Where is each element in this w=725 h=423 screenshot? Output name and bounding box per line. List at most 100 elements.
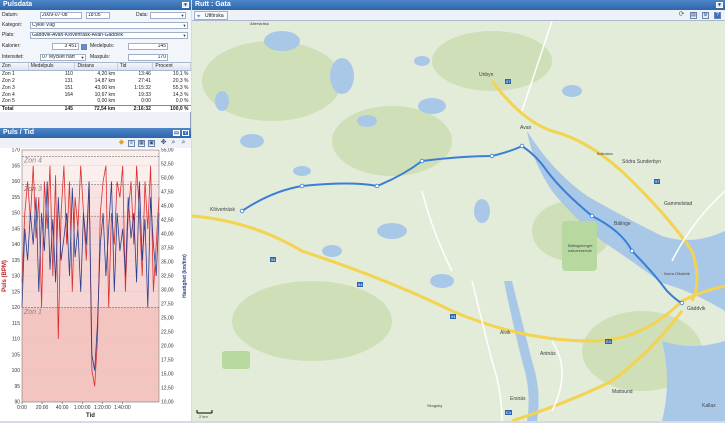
y-tick-label: 115 [12, 321, 20, 327]
place-label: Klöverträsk [210, 207, 236, 213]
road-number: E4 [605, 339, 612, 344]
x-tick-label: 1:00:00 [74, 405, 91, 411]
cell: 43,00 km [94, 84, 116, 91]
y-tick-label: 140 [12, 242, 21, 248]
kalorier-field[interactable]: 3 451 [52, 43, 79, 50]
chart-toolbar: ◆ ≡ ▦ ▣ ✥ ⌕ ⌕ [0, 138, 191, 148]
cell: 19:33 [138, 91, 151, 98]
x-tick-label: 1:40:00 [114, 405, 131, 411]
x-tick-label: 20:00 [36, 405, 49, 411]
zone-label: Zon 4 [23, 158, 42, 165]
col-distans[interactable]: Distans [74, 63, 118, 71]
maxpuls-label: Maxpuls: [90, 54, 111, 60]
table-row[interactable]: Zon 5 0,00 km 0:00 0,0 % [0, 98, 191, 105]
place-label: Norra Gäddvik [664, 271, 690, 276]
route-titlebar: Rutt : Gata ▾ [192, 0, 725, 10]
cell: 151 [64, 84, 73, 91]
place-label: Bälinge [614, 221, 631, 227]
data-select[interactable]: ▼ [150, 12, 186, 19]
cell: Total [0, 104, 29, 112]
road-number: 97 [505, 79, 512, 84]
left-panel: Pulsdata ▾ Datum: 2009-07-08 18:05 Data:… [0, 0, 191, 421]
y-tick-label: 130 [12, 274, 21, 280]
cell: 27:41 [138, 77, 151, 84]
pulsdata-title: Pulsdata [3, 1, 33, 8]
col-tid[interactable]: Tid [117, 63, 154, 71]
y2-tick-label: 47,50 [161, 190, 174, 196]
y-tick-label: 165 [12, 163, 21, 169]
x-tick-label: 1:20:00 [94, 405, 111, 411]
pulsdata-titlebar: Pulsdata ▾ [0, 0, 191, 10]
col-zon[interactable]: Zon [0, 63, 29, 71]
cell: 100,0 % [152, 104, 191, 112]
image-icon[interactable]: ▣ [148, 140, 155, 147]
zone-band-top [22, 150, 159, 185]
window-icon[interactable]: ▭ [173, 130, 180, 136]
road-number: 94 [357, 282, 364, 287]
cell [28, 98, 75, 105]
medelpuls-field[interactable]: 145 [128, 43, 168, 50]
pulstid-title: Puls / Tid [3, 129, 34, 136]
x-axis-label: Tid [86, 413, 95, 419]
list-icon[interactable]: ≡ [128, 140, 135, 147]
refresh-icon[interactable]: ⟳ [678, 11, 685, 19]
table-row[interactable]: Zon 2 131 14,87 km 27:41 20,3 % [0, 77, 191, 84]
data-label: Data: [136, 12, 148, 18]
table-row[interactable]: Zon 1 110 4,20 km 13:46 10,1 % [0, 70, 191, 77]
place-label: Skogsby [427, 403, 443, 408]
place-label: Södra Sunderbyn [622, 159, 661, 165]
pulse-time-chart[interactable]: 90 95 100 105 110 115 120 125 130 135 140 145 150 155… [0, 148, 191, 421]
zone-label: Zon 1 [23, 309, 42, 316]
explore-label: Utförska [205, 13, 224, 19]
time-value: 18:05 [88, 12, 101, 18]
zoom-out-icon[interactable]: ⌕ [180, 139, 187, 147]
table-row[interactable]: Zon 4 164 10,67 km 19:33 14,3 % [0, 91, 191, 98]
maxpuls-field[interactable]: 170 [128, 54, 168, 61]
pulsdata-form: Datum: 2009-07-08 18:05 Data: ▼ Kategori… [0, 10, 191, 64]
cell: 110 [64, 70, 73, 77]
table-icon[interactable]: ▦ [138, 140, 145, 147]
route-map[interactable]: Unbyn Avan Södra Sunderbyn Bränslan Gamm… [192, 21, 725, 421]
save-icon[interactable]: ▤ [690, 12, 697, 19]
col-medelpuls[interactable]: Medelpuls [28, 63, 76, 71]
road-number: E4 [505, 410, 512, 415]
help-icon[interactable]: ? [714, 12, 721, 19]
kategori-select[interactable]: Cykel Väg ▼ [30, 22, 188, 29]
intensitet-select[interactable]: 07 Mycket hårt ▼ [40, 54, 86, 61]
collapse-icon[interactable]: ▾ [182, 2, 189, 8]
plats-select[interactable]: Gäddvik-Avan-Klöverträsk-Avan-Gäddvik ▼ [30, 32, 188, 39]
explore-button[interactable]: ⌖ Utförska [194, 11, 228, 20]
collapse-icon[interactable]: ▾ [716, 2, 723, 8]
map-canvas [192, 21, 725, 421]
cell: 0,0 % [175, 98, 189, 105]
cell: 14,87 km [94, 77, 116, 84]
cell: Zon 1 [2, 70, 15, 77]
cell: 131 [64, 77, 73, 84]
y2-tick-label: 30,00 [161, 288, 174, 294]
place-label: Antnäs [540, 351, 556, 357]
y2-tick-label: 27,50 [161, 302, 174, 308]
zone-label: Zon 3 [23, 186, 42, 193]
y2-tick-label: 25,00 [161, 316, 174, 322]
place-label: Avan [520, 125, 532, 131]
x-tick-label: 40:00 [56, 405, 69, 411]
y2-tick-label: 12,50 [161, 386, 174, 392]
calculator-icon[interactable] [81, 44, 87, 50]
cell: 145 [28, 104, 75, 112]
kalorier-label: Kalorier: [2, 43, 21, 49]
zone-table-header: Zon Medelpuls Distans Tid Procent [0, 63, 191, 71]
zoom-in-icon[interactable]: ⌕ [170, 139, 177, 147]
y-tick-label: 95 [14, 384, 20, 390]
diamond-icon[interactable]: ◆ [118, 139, 125, 147]
date-field[interactable]: 2009-07-08 [40, 12, 82, 19]
help-icon[interactable]: ? [182, 130, 189, 136]
table-row[interactable]: Zon 3 151 43,00 km 1:15:32 55,3 % [0, 84, 191, 91]
y-tick-label: 100 [12, 368, 21, 374]
move-icon[interactable]: ✥ [160, 139, 167, 147]
route-toolbar: ⌖ Utförska ⟳ ▤ ⚙ ? [192, 10, 725, 21]
col-procent[interactable]: Procent [152, 63, 191, 71]
time-field[interactable]: 18:05 [86, 12, 110, 19]
cell: 2:16:32 [117, 104, 153, 112]
y2-axis-label: Hastighet (km/tim) [182, 254, 188, 298]
settings-icon[interactable]: ⚙ [702, 12, 709, 19]
